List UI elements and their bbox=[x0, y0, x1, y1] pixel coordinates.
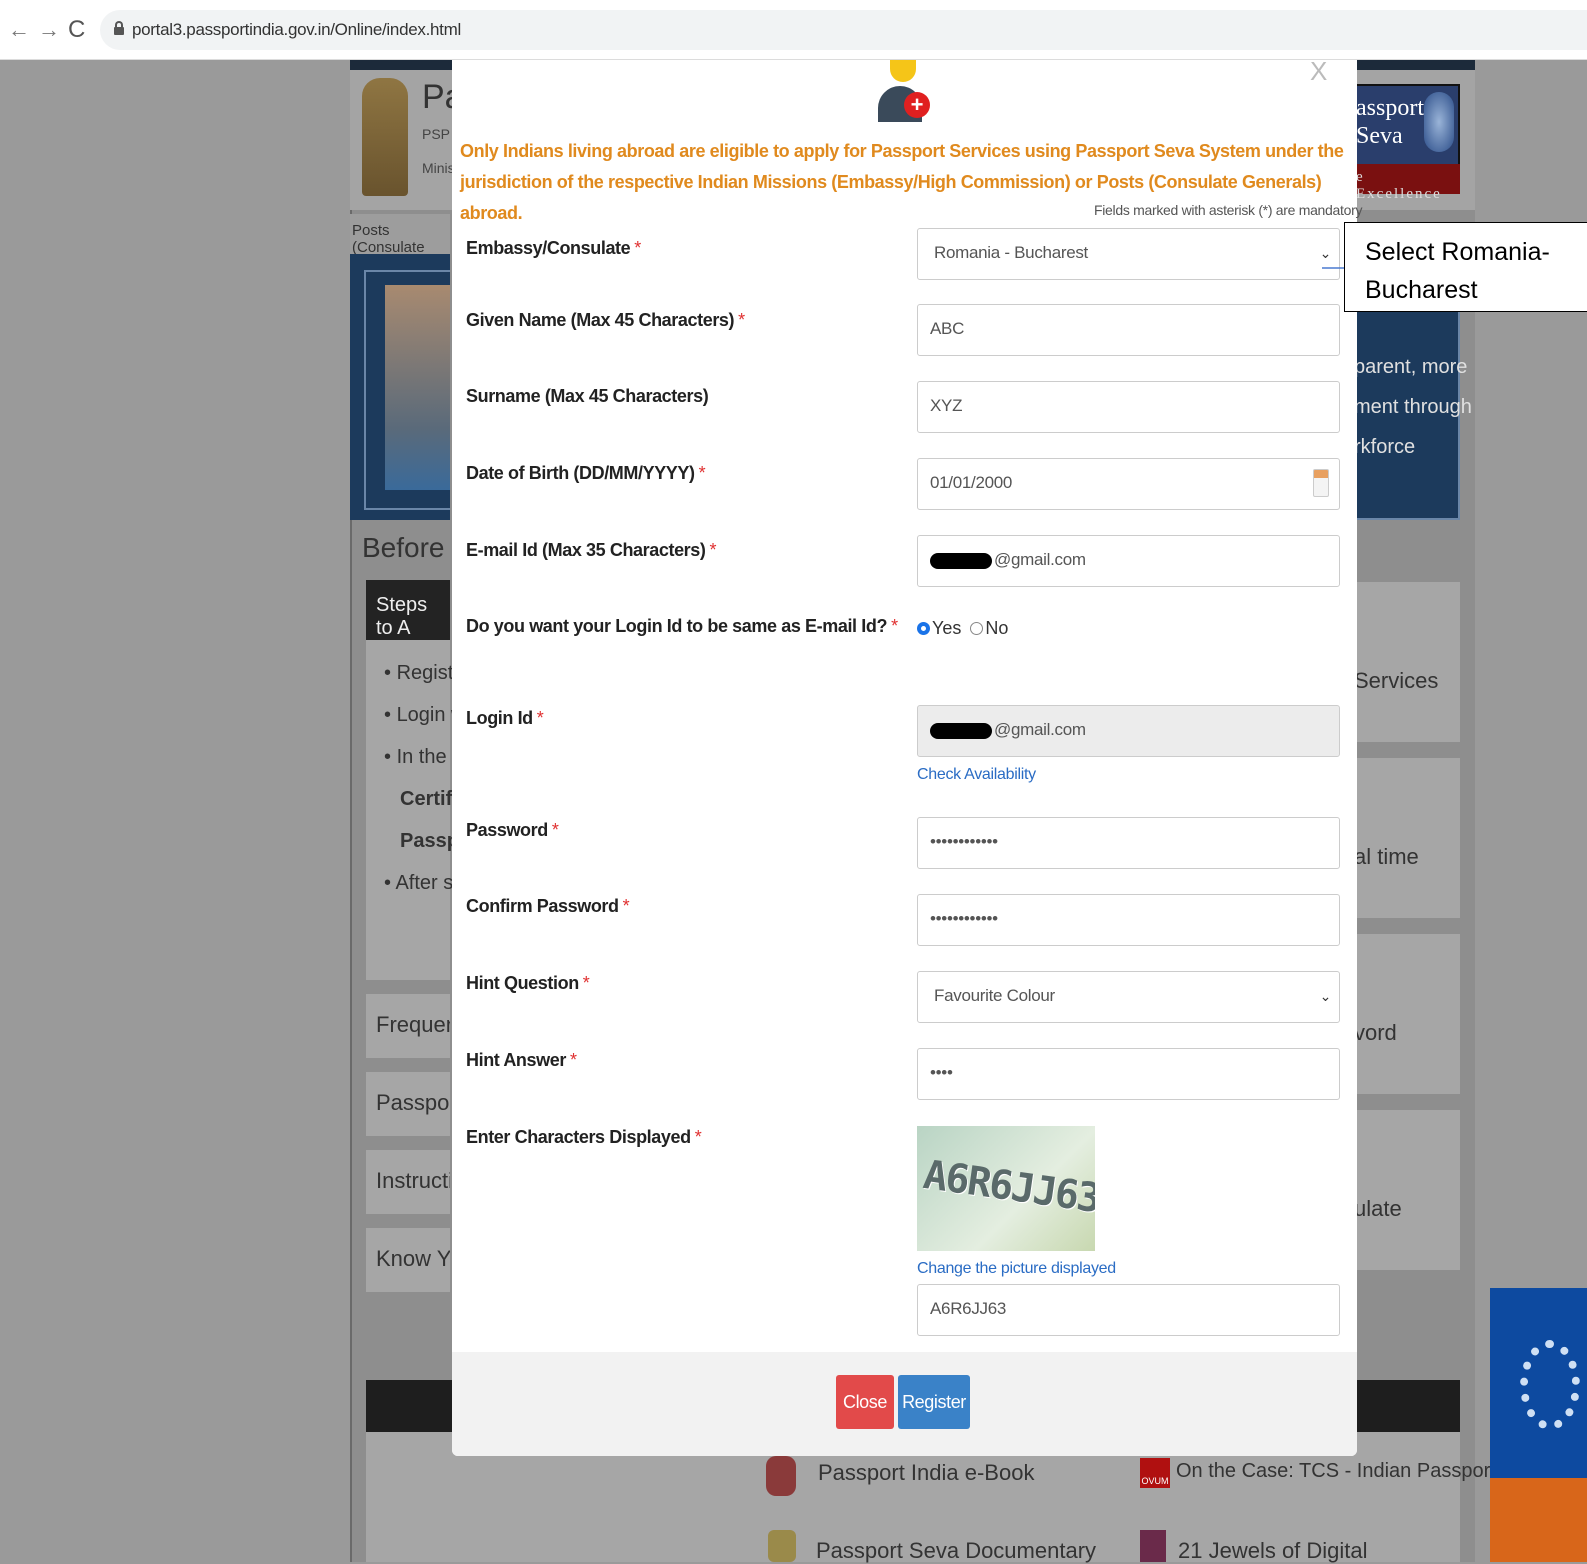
reload-icon[interactable]: C bbox=[68, 16, 85, 44]
confirm-password-label: Confirm Password * bbox=[466, 896, 630, 916]
browser-toolbar: ← → C portal3.passportindia.gov.in/Onlin… bbox=[0, 0, 1587, 60]
hint-question-label: Hint Question * bbox=[466, 973, 590, 993]
callout-line-1: Select Romania- bbox=[1365, 238, 1550, 266]
documentary-link: Passport Seva Documentary bbox=[816, 1538, 1097, 1563]
password-input[interactable]: •••••••••••• bbox=[917, 817, 1340, 869]
captcha-image-text: A6R6JJ63 bbox=[920, 1151, 1095, 1223]
login-same-radio-group: Yes No bbox=[917, 618, 1008, 639]
right-card bbox=[1350, 582, 1460, 742]
steps-item: • In the bbox=[384, 746, 447, 768]
right-card-text: al time bbox=[1354, 844, 1419, 869]
right-panel-text: ment through bbox=[1354, 396, 1472, 418]
steps-tab: Steps to A bbox=[366, 580, 450, 640]
login-id-label: Login Id * bbox=[466, 708, 544, 728]
national-emblem-icon bbox=[362, 78, 408, 196]
surname-label: Surname (Max 45 Characters) bbox=[466, 386, 709, 406]
given-name-label: Given Name (Max 45 Characters) * bbox=[466, 310, 745, 330]
logo-tagline: e Excellence bbox=[1350, 164, 1460, 202]
yes-radio[interactable] bbox=[917, 622, 930, 635]
redaction-mark bbox=[930, 552, 992, 569]
ovum-icon: OVUM bbox=[1140, 1458, 1170, 1488]
right-card bbox=[1350, 1110, 1460, 1270]
email-label: E-mail Id (Max 35 Characters) * bbox=[466, 540, 717, 560]
redaction-mark bbox=[930, 722, 992, 739]
close-icon[interactable]: X bbox=[1310, 56, 1327, 87]
confirm-password-input[interactable]: •••••••••••• bbox=[917, 894, 1340, 946]
jewels-icon bbox=[1140, 1530, 1166, 1562]
change-picture-link[interactable]: Change the picture displayed bbox=[917, 1260, 1116, 1278]
hint-answer-input[interactable]: •••• bbox=[917, 1048, 1340, 1100]
login-same-label: Do you want your Login Id to be same as … bbox=[466, 616, 898, 636]
right-card bbox=[1350, 934, 1460, 1094]
password-label: Password * bbox=[466, 820, 559, 840]
callout-line-2: Bucharest bbox=[1365, 276, 1478, 304]
lock-icon bbox=[114, 21, 124, 35]
hint-question-select[interactable]: Favourite Colour ⌄ bbox=[917, 971, 1340, 1023]
captcha-input[interactable]: A6R6JJ63 bbox=[917, 1284, 1340, 1336]
side-link: Know You bbox=[366, 1228, 450, 1292]
close-button[interactable]: Close bbox=[836, 1375, 894, 1429]
yes-radio-label: Yes bbox=[932, 618, 962, 638]
no-radio[interactable] bbox=[970, 622, 984, 635]
side-link: Passport A bbox=[366, 1072, 450, 1136]
ebook-link: Passport India e-Book bbox=[818, 1460, 1035, 1485]
side-banner-orange bbox=[1490, 1478, 1587, 1562]
globe-icon bbox=[1424, 92, 1454, 152]
email-input[interactable]: @gmail.com bbox=[917, 535, 1340, 587]
captcha-image: A6R6JJ63 bbox=[917, 1126, 1095, 1251]
register-button[interactable]: Register bbox=[898, 1375, 970, 1429]
gear-icon bbox=[1520, 1340, 1580, 1430]
right-panel-text: rkforce bbox=[1354, 436, 1416, 458]
chevron-down-icon: ⌄ bbox=[1319, 988, 1332, 1004]
site-subtitle: PSP bbox=[422, 126, 451, 142]
address-bar[interactable]: portal3.passportindia.gov.in/Online/inde… bbox=[100, 10, 1587, 50]
calendar-icon[interactable] bbox=[1313, 469, 1329, 497]
hint-answer-label: Hint Answer * bbox=[466, 1050, 577, 1070]
dob-input[interactable]: 01/01/2000 bbox=[917, 458, 1340, 510]
posts-bar: Posts (Consulate bbox=[350, 214, 450, 256]
jewels-link: 21 Jewels of Digital bbox=[1178, 1538, 1368, 1563]
right-card-text: vord bbox=[1354, 1020, 1397, 1045]
documentary-icon bbox=[768, 1530, 796, 1562]
url-text: portal3.passportindia.gov.in/Online/inde… bbox=[132, 20, 461, 39]
annotation-callout: Select Romania- Bucharest bbox=[1344, 222, 1587, 312]
embassy-select[interactable]: Romania - Bucharest ⌄ bbox=[917, 228, 1340, 280]
right-card-text: Services bbox=[1354, 668, 1439, 693]
right-panel-text: parent, more bbox=[1354, 356, 1468, 378]
side-link: Frequently bbox=[366, 994, 450, 1058]
forward-arrow-icon[interactable]: → bbox=[38, 16, 60, 44]
mandatory-note: Fields marked with asterisk (*) are mand… bbox=[1094, 202, 1363, 218]
surname-input[interactable]: XYZ bbox=[917, 381, 1340, 433]
embassy-label: Embassy/Consulate * bbox=[466, 238, 641, 258]
right-card bbox=[1350, 758, 1460, 918]
user-add-icon: + bbox=[874, 60, 934, 124]
minister-photo bbox=[385, 285, 450, 490]
given-name-input[interactable]: ABC bbox=[917, 304, 1340, 356]
dob-label: Date of Birth (DD/MM/YYYY) * bbox=[466, 463, 706, 483]
site-ministry: Minis bbox=[422, 160, 455, 176]
no-radio-label: No bbox=[985, 618, 1009, 638]
right-card-text: ulate bbox=[1354, 1196, 1402, 1221]
check-availability-link[interactable]: Check Availability bbox=[917, 766, 1036, 784]
captcha-label: Enter Characters Displayed * bbox=[466, 1127, 702, 1147]
ebook-icon bbox=[766, 1456, 796, 1496]
logo-text: assport Seva bbox=[1356, 95, 1424, 149]
login-id-input[interactable]: @gmail.com bbox=[917, 705, 1340, 757]
back-arrow-icon[interactable]: ← bbox=[8, 16, 30, 44]
side-link: Instruction bbox=[366, 1150, 450, 1214]
